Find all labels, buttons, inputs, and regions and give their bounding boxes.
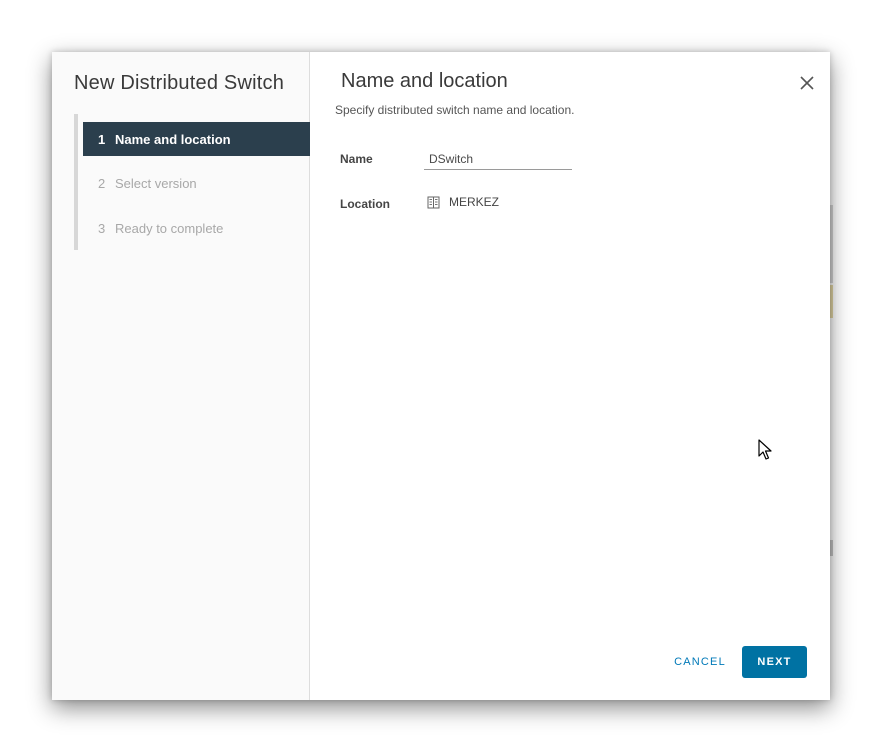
wizard-sidebar: New Distributed Switch 1 Name and locati… <box>52 52 310 700</box>
wizard-title: New Distributed Switch <box>74 72 285 94</box>
step-number: 3 <box>98 220 106 236</box>
step-label: Ready to complete <box>115 220 224 236</box>
close-icon <box>800 76 814 90</box>
step-name-and-location[interactable]: 1 Name and location <box>83 122 310 156</box>
name-input[interactable] <box>424 148 572 170</box>
step-number: 2 <box>98 175 106 191</box>
step-number: 1 <box>98 131 106 147</box>
location-value: MERKEZ <box>427 195 499 209</box>
step-label: Name and location <box>115 131 231 147</box>
wizard-content: Name and location Specify distributed sw… <box>310 52 830 700</box>
close-button[interactable] <box>798 74 816 92</box>
step-select-version[interactable]: 2 Select version <box>83 166 310 200</box>
page-subtitle: Specify distributed switch name and loca… <box>335 103 575 117</box>
datacenter-icon <box>427 196 440 208</box>
next-button[interactable]: NEXT <box>742 646 807 678</box>
name-label: Name <box>340 152 373 166</box>
location-label: Location <box>340 197 390 211</box>
step-ready-to-complete[interactable]: 3 Ready to complete <box>83 211 310 245</box>
location-text: MERKEZ <box>449 195 500 209</box>
wizard-steps: 1 Name and location 2 Select version 3 R… <box>74 114 310 250</box>
step-label: Select version <box>115 175 197 191</box>
cancel-button[interactable]: CANCEL <box>668 646 732 678</box>
new-distributed-switch-dialog: New Distributed Switch 1 Name and locati… <box>52 52 830 700</box>
page-title: Name and location <box>341 70 508 92</box>
